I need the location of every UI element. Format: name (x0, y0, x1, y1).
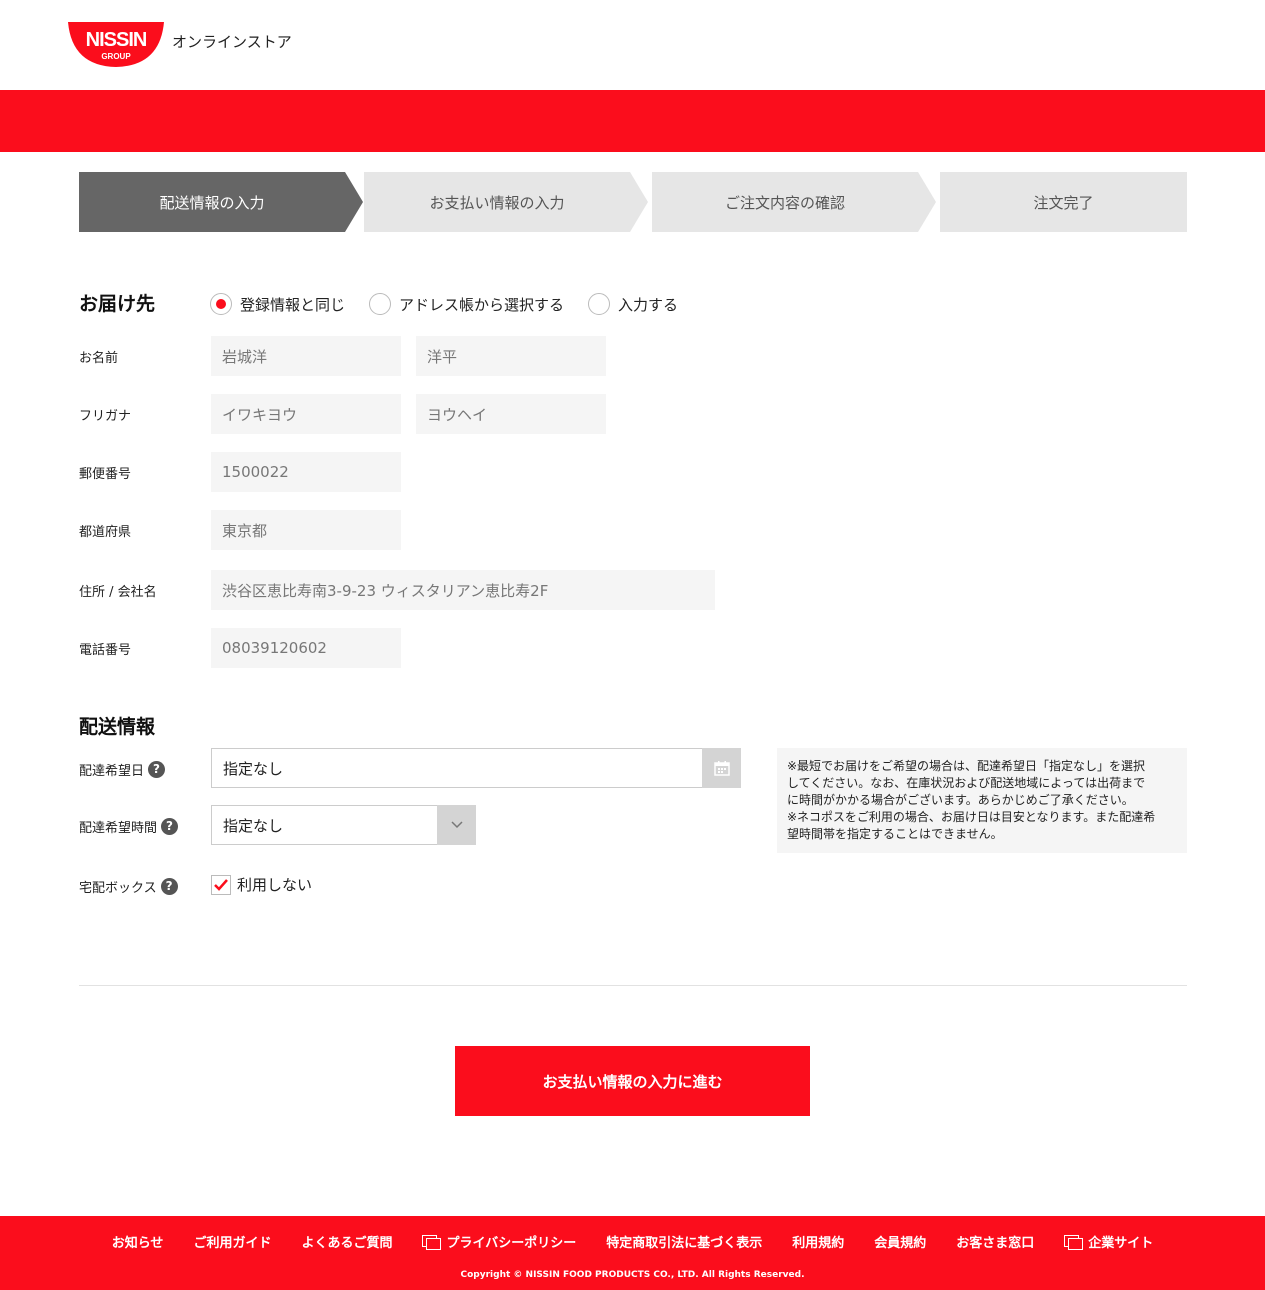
step-label: 注文完了 (1033, 193, 1094, 212)
step-label: 配送情報の入力 (159, 193, 265, 212)
chevron-down-icon (450, 821, 463, 829)
phone-field[interactable]: 08039120602 (211, 628, 401, 668)
external-link-icon (422, 1234, 442, 1250)
footer-links: お知らせ ご利用ガイド よくあるご質問 プライバシーポリシー 特定商取引法に基づ… (0, 1232, 1265, 1251)
store-name: オンラインストア (172, 33, 292, 51)
step-arrow (630, 172, 648, 232)
step-complete: 注文完了 (940, 172, 1187, 232)
radio-button[interactable] (210, 293, 232, 315)
last-kana-field[interactable]: イワキヨウ (211, 394, 401, 434)
checkout-steps: 配送情報の入力 お支払い情報の入力 ご注文内容の確認 注文完了 (79, 172, 1187, 232)
logo-text: NISSIN (86, 29, 147, 51)
address-field[interactable]: 渋谷区恵比寿南3-9-23 ウィスタリアン恵比寿2F (211, 570, 715, 610)
prefecture-label: 都道府県 (79, 525, 132, 540)
delivery-time-label: 配達希望時間 ? (79, 817, 179, 836)
footer-link-label: お客さま窓口 (956, 1236, 1035, 1251)
step-shipping: 配送情報の入力 (79, 172, 345, 232)
note-line: 望時間帯を指定することはできません。 (787, 827, 1003, 841)
radio-option-manual[interactable]: 入力する (588, 293, 678, 315)
kana-label: フリガナ (79, 409, 132, 424)
proceed-to-payment-button[interactable]: お支払い情報の入力に進む (455, 1046, 810, 1116)
footer-link-label: 企業サイト (1088, 1236, 1154, 1251)
footer-link-legal[interactable]: 特定商取引法に基づく表示 (606, 1232, 762, 1251)
site-header: NISSIN GROUP オンラインストア (0, 0, 1265, 90)
radio-label: アドレス帳から選択する (399, 295, 565, 314)
delivery-note: ※最短でお届けをご希望の場合は、配達希望日「指定なし」を選択 してください。なお… (777, 748, 1187, 853)
footer-link-label: お知らせ (111, 1236, 164, 1251)
step-payment: お支払い情報の入力 (364, 172, 630, 232)
divider (79, 985, 1187, 986)
delivery-title: 配送情報 (79, 716, 156, 738)
footer-link-label: プライバシーポリシー (446, 1236, 577, 1251)
phone-label: 電話番号 (79, 643, 132, 658)
radio-option-address-book[interactable]: アドレス帳から選択する (369, 293, 564, 315)
delivery-box-checkbox[interactable] (211, 875, 231, 895)
footer-link-terms[interactable]: 利用規約 (792, 1232, 844, 1251)
step-label: ご注文内容の確認 (724, 193, 845, 212)
calendar-icon (713, 761, 730, 776)
destination-options: 登録情報と同じ アドレス帳から選択する 入力する (210, 293, 702, 315)
delivery-date-label: 配達希望日 ? (79, 760, 166, 779)
external-link-icon (1064, 1234, 1084, 1250)
footer-link-corporate[interactable]: 企業サイト (1064, 1232, 1153, 1251)
address-label: 住所 / 会社名 (79, 585, 157, 600)
postal-field[interactable]: 1500022 (211, 452, 401, 492)
prefecture-field[interactable]: 東京都 (211, 510, 401, 550)
radio-button[interactable] (369, 293, 392, 315)
last-name-field[interactable]: 岩城洋 (211, 336, 401, 376)
help-icon[interactable]: ? (160, 878, 178, 895)
radio-label: 登録情報と同じ (240, 295, 346, 314)
delivery-box-label-text: 宅配ボックス (79, 881, 157, 896)
radio-button[interactable] (588, 293, 611, 315)
delivery-box-label: 宅配ボックス ? (79, 877, 178, 896)
note-line: に時間がかかる場合がございます。あらかじめご了承ください。 (787, 793, 1134, 807)
radio-label: 入力する (618, 295, 679, 314)
destination-title: お届け先 (79, 293, 156, 315)
delivery-time-label-text: 配達希望時間 (79, 821, 158, 836)
footer-link-label: 特定商取引法に基づく表示 (606, 1236, 763, 1251)
note-line: してください。なお、在庫状況および配送地域によっては出荷まで (787, 776, 1146, 790)
header-banner (0, 90, 1265, 152)
delivery-date-input[interactable]: 指定なし (211, 748, 741, 788)
footer-link-news[interactable]: お知らせ (112, 1232, 164, 1251)
footer-link-label: 会員規約 (874, 1236, 927, 1251)
postal-label: 郵便番号 (79, 467, 132, 482)
radio-option-registered[interactable]: 登録情報と同じ (210, 293, 345, 315)
checkmark-icon (214, 879, 228, 891)
footer-link-faq[interactable]: よくあるご質問 (301, 1232, 392, 1251)
footer-link-contact[interactable]: お客さま窓口 (956, 1232, 1034, 1251)
note-line: ※ネコポスをご利用の場合、お届け日は目安となります。また配達希 (787, 810, 1156, 824)
help-icon[interactable]: ? (148, 761, 166, 778)
dropdown-button[interactable] (437, 805, 476, 845)
step-label: お支払い情報の入力 (429, 193, 565, 212)
footer-link-guide[interactable]: ご利用ガイド (193, 1232, 271, 1251)
name-label: お名前 (79, 351, 119, 366)
step-arrow (918, 172, 936, 232)
nissin-logo[interactable]: NISSIN GROUP (68, 20, 164, 68)
step-confirm: ご注文内容の確認 (652, 172, 918, 232)
delivery-date-label-text: 配達希望日 (79, 764, 145, 779)
note-line: ※最短でお届けをご希望の場合は、配達希望日「指定なし」を選択 (787, 759, 1146, 773)
first-kana-field[interactable]: ヨウヘイ (416, 394, 606, 434)
help-icon[interactable]: ? (161, 818, 179, 835)
footer-link-label: 利用規約 (792, 1236, 845, 1251)
copyright: Copyright © NISSIN FOOD PRODUCTS CO., LT… (460, 1270, 805, 1280)
delivery-box-checkbox-label[interactable]: 利用しない (237, 874, 312, 895)
footer-link-label: ご利用ガイド (193, 1236, 272, 1251)
calendar-button[interactable] (702, 748, 741, 788)
site-footer: お知らせ ご利用ガイド よくあるご質問 プライバシーポリシー 特定商取引法に基づ… (0, 1216, 1265, 1290)
first-name-field[interactable]: 洋平 (416, 336, 606, 376)
footer-link-label: よくあるご質問 (301, 1236, 393, 1251)
step-arrow (345, 172, 363, 232)
footer-link-privacy[interactable]: プライバシーポリシー (422, 1232, 576, 1251)
footer-link-member-terms[interactable]: 会員規約 (874, 1232, 926, 1251)
logo-subtext: GROUP (101, 52, 131, 61)
